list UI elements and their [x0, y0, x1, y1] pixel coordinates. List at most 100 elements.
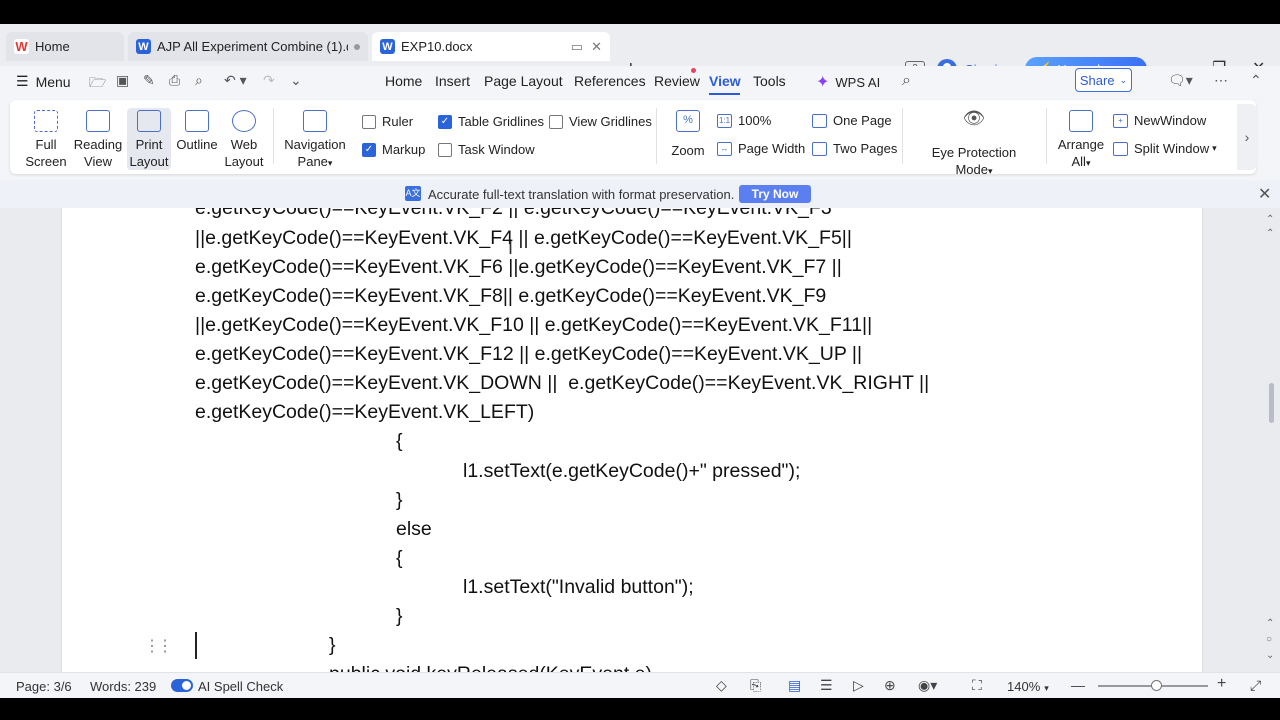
- tab-label: Home: [35, 39, 70, 54]
- share-button[interactable]: Share ⌄: [1075, 68, 1132, 92]
- tab-exp10-document[interactable]: W EXP10.docx ▭ ✕: [372, 32, 610, 61]
- web-layout-label-1: Web: [230, 137, 258, 152]
- wps-logo-icon: W: [14, 39, 29, 54]
- scrollbar-thumb[interactable]: [1269, 383, 1274, 423]
- eye-mode-icon[interactable]: ◉▾: [918, 677, 937, 694]
- arrange-all-button[interactable]: Arrange All▾: [1056, 110, 1106, 172]
- search-icon[interactable]: ⌕: [902, 72, 911, 90]
- one-page-button[interactable]: One Page: [812, 113, 892, 128]
- outline-view-icon[interactable]: ⎘: [750, 677, 761, 694]
- comment-icon[interactable]: 🗨▾: [1168, 72, 1193, 89]
- reading-view-label-1: Reading: [73, 137, 123, 152]
- next-object-icon[interactable]: ⌄: [1266, 650, 1274, 661]
- ruler-label: Ruler: [382, 114, 414, 129]
- tab-home[interactable]: W Home: [6, 32, 124, 61]
- select-browse-object-icon[interactable]: ○: [1266, 634, 1272, 645]
- new-window-icon: +: [1113, 113, 1128, 128]
- menu-references[interactable]: References: [574, 73, 646, 89]
- print-layout-button[interactable]: Print Layout: [127, 108, 171, 170]
- eye-protection-mode-button[interactable]: 👁 Eye Protection Mode▾: [912, 109, 1036, 180]
- translation-banner: A文 Accurate full-text translation with f…: [0, 180, 1280, 208]
- menu-page-layout[interactable]: Page Layout: [484, 73, 563, 89]
- checked-checkbox-icon: ✓: [438, 114, 452, 129]
- web-layout-button[interactable]: Web Layout: [222, 110, 266, 170]
- table-gridlines-label: Table Gridlines: [458, 114, 544, 129]
- ribbon-divider: [273, 108, 274, 164]
- split-window-button[interactable]: Split Window ▾: [1113, 141, 1217, 156]
- code-line: else: [396, 518, 432, 540]
- web-view-icon[interactable]: ⊕: [884, 677, 896, 694]
- zoom-button[interactable]: % Zoom: [667, 110, 709, 159]
- zoom-out-icon[interactable]: —: [1071, 677, 1085, 693]
- ribbon-scroll-right-icon[interactable]: ›: [1237, 104, 1257, 170]
- two-pages-label: Two Pages: [833, 141, 898, 156]
- full-screen-button[interactable]: Full Screen: [22, 110, 70, 170]
- hamburger-icon: ☰: [16, 73, 29, 89]
- text-cursor: [195, 632, 197, 659]
- collapse-ribbon-icon[interactable]: ⌃: [1250, 72, 1262, 89]
- menu-view[interactable]: View: [709, 73, 741, 89]
- wps-ai-button[interactable]: ✦ WPS AI: [816, 72, 880, 92]
- markup-checkbox[interactable]: ✓ Markup: [362, 142, 425, 157]
- vertical-scrollbar[interactable]: ⌃ ⌃ ⌃ ○ ⌄: [1262, 208, 1280, 672]
- new-window-button[interactable]: + NewWindow: [1113, 113, 1206, 128]
- expand-icon[interactable]: ⤢: [1250, 677, 1261, 694]
- reading-view-label-2: View: [84, 154, 112, 169]
- menu-home[interactable]: Home: [385, 73, 422, 89]
- checkbox-icon: [438, 142, 452, 157]
- zoom-slider-knob[interactable]: [1151, 680, 1162, 691]
- document-page[interactable]: e.getKeyCode()==KeyEvent.VK_F2 || e.getK…: [62, 208, 1202, 672]
- redo-icon[interactable]: ↷: [263, 72, 275, 89]
- outline-list-icon[interactable]: ☰: [820, 677, 833, 694]
- two-pages-icon: [812, 141, 827, 156]
- scroll-up-icon[interactable]: ⌃: [1266, 214, 1274, 225]
- two-pages-button[interactable]: Two Pages: [812, 141, 897, 156]
- menu-insert[interactable]: Insert: [435, 73, 470, 89]
- eye-protection-label: Eye Protection Mode▾: [931, 145, 1017, 177]
- open-folder-icon[interactable]: 🗁: [89, 72, 106, 96]
- more-dropdown-icon[interactable]: ⌄: [290, 72, 302, 89]
- ruler-checkbox[interactable]: Ruler: [362, 114, 413, 129]
- fit-page-icon[interactable]: ⛶: [972, 677, 982, 694]
- format-painter-icon[interactable]: ✎: [143, 72, 155, 89]
- menu-tools[interactable]: Tools: [753, 73, 786, 89]
- previous-object-icon[interactable]: ⌃: [1266, 618, 1274, 629]
- menu-review[interactable]: Review: [654, 73, 700, 89]
- print-layout-view-icon[interactable]: ▤: [788, 677, 801, 694]
- zoom-100-label: 100%: [738, 113, 772, 128]
- zoom-percent-icon: %: [676, 110, 700, 132]
- zoom-100-button[interactable]: 1:1 100%: [717, 113, 771, 128]
- print-preview-icon[interactable]: ⌕: [195, 72, 203, 89]
- close-banner-icon[interactable]: ✕: [1258, 184, 1271, 204]
- outline-icon: [185, 110, 209, 132]
- chevron-down-icon: ▾: [1044, 683, 1049, 693]
- focus-mode-icon[interactable]: ◇: [716, 677, 727, 694]
- play-icon[interactable]: ▷: [853, 677, 864, 694]
- zoom-level[interactable]: 140% ▾: [1007, 679, 1049, 694]
- main-menu-button[interactable]: ☰ Menu: [16, 73, 71, 90]
- close-tab-icon[interactable]: ✕: [591, 39, 602, 55]
- word-count[interactable]: Words: 239: [90, 679, 156, 694]
- spell-check-toggle[interactable]: [171, 679, 193, 692]
- outline-button[interactable]: Outline: [175, 110, 219, 153]
- page-width-button[interactable]: ↔ Page Width: [717, 141, 805, 156]
- window-mode-icon[interactable]: ▭: [571, 39, 583, 55]
- view-gridlines-checkbox[interactable]: View Gridlines: [549, 114, 652, 129]
- table-gridlines-checkbox[interactable]: ✓ Table Gridlines: [438, 114, 544, 129]
- more-options-icon[interactable]: ⋯: [1214, 72, 1228, 89]
- reading-view-button[interactable]: Reading View: [73, 110, 123, 170]
- tab-ajp-document[interactable]: W AJP All Experiment Combine (1).dc: [128, 32, 368, 61]
- page-indicator[interactable]: Page: 3/6: [16, 679, 72, 694]
- task-window-checkbox[interactable]: Task Window: [438, 142, 535, 157]
- undo-icon[interactable]: ↶ ▾: [224, 72, 247, 89]
- code-line: }: [396, 489, 403, 511]
- zoom-in-icon[interactable]: +: [1217, 675, 1226, 693]
- ai-sparkle-icon: ✦: [816, 74, 830, 91]
- code-line: e.getKeyCode()==KeyEvent.VK_LEFT): [195, 401, 535, 423]
- save-icon[interactable]: ▣: [116, 72, 129, 89]
- navigation-pane-button[interactable]: Navigation Pane▾: [284, 110, 346, 172]
- try-now-button[interactable]: Try Now: [739, 185, 811, 203]
- print-icon[interactable]: ⎙: [169, 72, 180, 89]
- page-up-icon[interactable]: ⌃: [1266, 228, 1274, 239]
- drag-handle-icon[interactable]: ⋮⋮: [144, 636, 173, 656]
